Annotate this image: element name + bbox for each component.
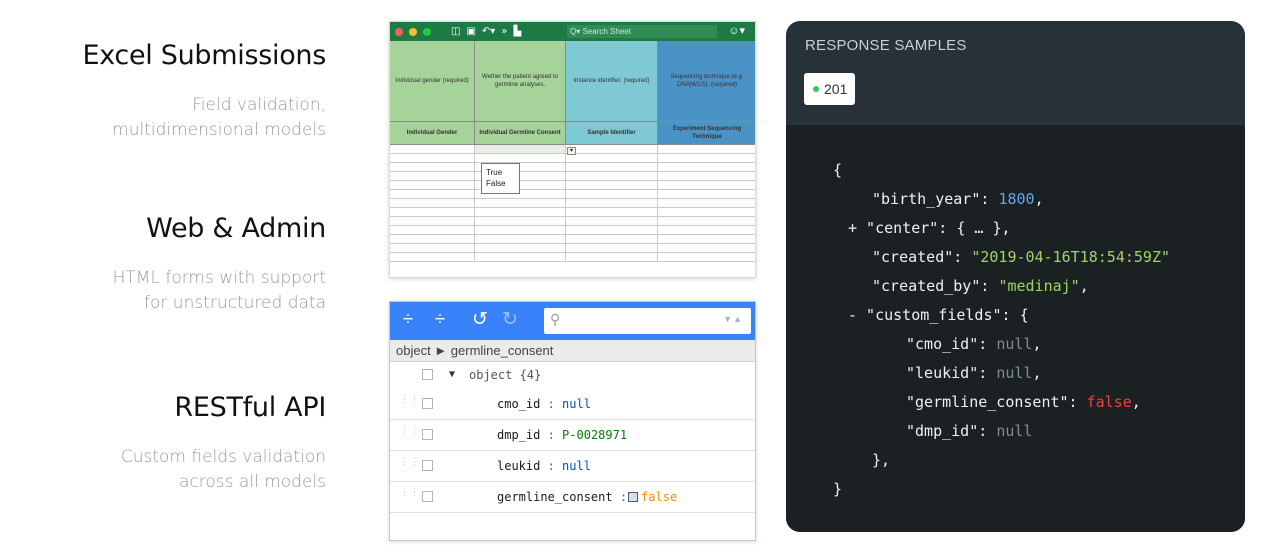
feature-description: Field validation, multidimensional models — [112, 95, 326, 140]
tree-root-row[interactable]: ▼ object {4} — [390, 362, 755, 389]
column-label-cell[interactable]: Experiment Sequencing Technique — [658, 122, 755, 145]
tree-row[interactable]: ⋮⋮ germline_consent : false — [390, 482, 755, 513]
sidebar-icon[interactable]: ◫ — [451, 26, 460, 37]
status-dot-icon — [813, 86, 819, 92]
feature-web-admin: Web & Admin HTML forms with support for u… — [112, 213, 327, 316]
feature-title: RESTful API — [174, 392, 326, 423]
code-line: { — [833, 161, 843, 179]
code-line: "created": "2019-04-16T18:54:59Z" — [872, 248, 1171, 266]
tree-search-input[interactable]: ⚲ ▼▲ — [544, 308, 751, 334]
data-row — [390, 226, 755, 235]
header-description-cell[interactable]: Sequencing technique (e.g. DNA|WGS). (re… — [658, 41, 755, 122]
row-menu-icon[interactable] — [422, 398, 433, 409]
more-icon[interactable]: » — [501, 26, 507, 37]
tree-row[interactable]: ⋮⋮ cmo_id : null — [390, 389, 755, 420]
column-label-cell[interactable]: Individual Germline Consent — [475, 122, 566, 145]
breadcrumb[interactable]: object ► germline_consent — [390, 340, 755, 362]
code-line-collapsible[interactable]: + "center": { … }, — [848, 219, 1011, 237]
excel-window: ◫ ▣ ↶▾ » ▙ Q▾ Search Sheet ☺▾ Individual… — [389, 21, 756, 278]
boolean-checkbox[interactable] — [628, 492, 639, 502]
tree-toolbar: ÷ ÷ ↺ ↻ ⚲ ▼▲ — [390, 302, 755, 340]
response-samples-panel: RESPONSE SAMPLES 201 { "birth_year": 180… — [786, 21, 1245, 532]
data-row — [390, 253, 755, 262]
drag-handle-icon[interactable]: ⋮⋮ — [400, 458, 419, 472]
collapse-caret-icon[interactable]: ▼ — [449, 362, 455, 388]
row-menu-icon[interactable] — [422, 460, 433, 471]
drag-handle-icon[interactable]: ⋮⋮ — [400, 396, 419, 410]
feature-title: Web & Admin — [146, 213, 326, 244]
field-value[interactable]: null — [562, 459, 591, 473]
close-window-icon[interactable] — [395, 27, 403, 36]
header-description-cell[interactable]: Wether the patient agreed to germline an… — [475, 41, 566, 122]
drag-handle-icon[interactable]: ⋮⋮ — [400, 489, 419, 503]
code-line: "leukid": null, — [906, 364, 1042, 382]
undo-icon[interactable]: ↺ — [468, 308, 492, 332]
dropdown-option[interactable]: True — [486, 167, 519, 178]
row-menu-icon[interactable] — [422, 369, 433, 380]
code-line: } — [833, 480, 843, 498]
code-line: "birth_year": 1800, — [872, 190, 1044, 208]
code-line-collapsible[interactable]: - "custom_fields": { — [848, 306, 1029, 324]
undo-icon[interactable]: ↶▾ — [482, 26, 495, 37]
column-label-cell[interactable]: Sample Identifier — [566, 122, 658, 145]
data-row — [390, 154, 755, 163]
document-icon[interactable]: ▙ — [513, 26, 521, 37]
maximize-window-icon[interactable] — [423, 27, 431, 36]
drag-handle-icon[interactable]: ⋮⋮ — [400, 427, 419, 441]
validation-dropdown: True False — [481, 163, 520, 194]
data-row — [390, 208, 755, 217]
root-label: object {4} — [469, 368, 542, 382]
status-code-tab[interactable]: 201 — [804, 73, 855, 105]
status-code: 201 — [824, 81, 848, 97]
code-line: "created_by": "medinaj", — [872, 277, 1089, 295]
feature-excel: Excel Submissions Field validation, multi… — [82, 40, 326, 143]
save-icon[interactable]: ▣ — [466, 26, 475, 37]
panel-title: RESPONSE SAMPLES — [805, 37, 967, 54]
json-tree-editor: ÷ ÷ ↺ ↻ ⚲ ▼▲ object ► germline_consent ▼… — [389, 301, 756, 541]
field-value[interactable]: null — [562, 397, 591, 411]
tree-row[interactable]: ⋮⋮ dmp_id : P-0028971 — [390, 420, 755, 451]
field-value[interactable]: P-0028971 — [562, 428, 627, 442]
tree-row[interactable]: ⋮⋮ leukid : null — [390, 451, 755, 482]
code-line: "dmp_id": null — [906, 422, 1033, 440]
code-block: { "birth_year": 1800, + "center": { … },… — [786, 125, 1245, 532]
expand-all-icon[interactable]: ÷ — [396, 308, 420, 332]
data-row — [390, 244, 755, 253]
data-row — [390, 163, 755, 172]
feature-description: HTML forms with support for unstructured … — [112, 268, 326, 313]
dropdown-arrow-icon[interactable]: ▾ — [567, 147, 576, 155]
feature-title: Excel Submissions — [82, 40, 326, 71]
data-row — [390, 172, 755, 181]
field-key[interactable]: leukid — [497, 459, 540, 473]
code-line: "germline_consent": false, — [906, 393, 1141, 411]
search-icon: ⚲ — [550, 311, 561, 327]
header-description-cell[interactable]: Instance identifier. (required) — [566, 41, 658, 122]
row-menu-icon[interactable] — [422, 429, 433, 440]
data-row — [390, 199, 755, 208]
sheet-search-input[interactable]: Q▾ Search Sheet — [567, 25, 717, 38]
header-description-cell[interactable]: Individual gender (required) — [390, 41, 475, 122]
code-line: "cmo_id": null, — [906, 335, 1042, 353]
data-row — [390, 217, 755, 226]
field-key[interactable]: cmo_id — [497, 397, 540, 411]
field-value[interactable]: false — [641, 490, 677, 504]
field-key[interactable]: germline_consent — [497, 490, 613, 504]
redo-icon[interactable]: ↻ — [498, 308, 522, 332]
feature-description: Custom fields validation across all model… — [120, 447, 326, 492]
search-nav-arrows-icon[interactable]: ▼▲ — [723, 314, 743, 324]
feature-restful-api: RESTful API Custom fields validation acro… — [121, 392, 326, 495]
excel-toolbar: ◫ ▣ ↶▾ » ▙ Q▾ Search Sheet ☺▾ — [390, 22, 755, 41]
data-row — [390, 190, 755, 199]
data-row — [390, 181, 755, 190]
feedback-smiley-icon[interactable]: ☺▾ — [728, 24, 745, 37]
data-row — [390, 235, 755, 244]
row-menu-icon[interactable] — [422, 491, 433, 502]
column-label-cell[interactable]: Individual Gender — [390, 122, 475, 145]
selected-cell[interactable] — [475, 145, 566, 154]
dropdown-option[interactable]: False — [486, 178, 519, 189]
minimize-window-icon[interactable] — [409, 27, 417, 36]
collapse-all-icon[interactable]: ÷ — [428, 308, 452, 332]
field-key[interactable]: dmp_id — [497, 428, 540, 442]
code-line: }, — [872, 451, 891, 469]
